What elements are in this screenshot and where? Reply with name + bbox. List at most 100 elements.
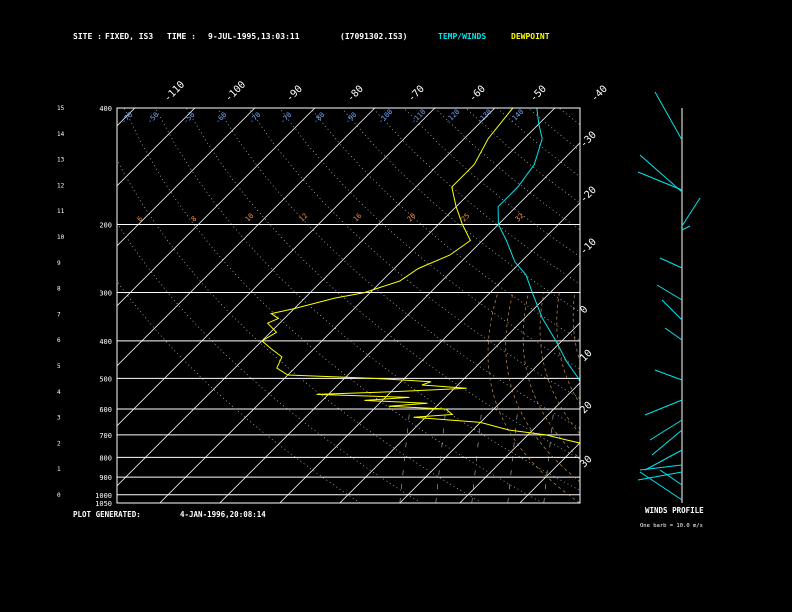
dry-adiabat bbox=[123, 108, 543, 503]
wind-barb bbox=[654, 91, 683, 141]
dry-adiabat bbox=[714, 108, 792, 503]
winds-profile-title: WINDS PROFILE bbox=[645, 506, 704, 515]
isotherm-top-label: -60 bbox=[467, 84, 488, 105]
dry-adiabat bbox=[621, 108, 792, 503]
isotherm-line bbox=[0, 108, 15, 503]
mixing-ratio-label: 12 bbox=[298, 212, 310, 224]
moist-adiabat bbox=[505, 292, 580, 483]
isotherm-line bbox=[760, 108, 792, 503]
dry-adiabat bbox=[434, 108, 580, 231]
dry-adiabat bbox=[341, 108, 580, 313]
theta-label: -50 bbox=[146, 111, 161, 126]
height-tick-label: 2 bbox=[57, 440, 61, 447]
skewt-chart: 40020030040050060070080090010001050-110-… bbox=[0, 79, 792, 508]
height-tick-label: 12 bbox=[57, 182, 65, 189]
isotherm-top-label: -80 bbox=[345, 84, 366, 105]
isotherm-line bbox=[0, 108, 75, 503]
pressure-tick-label: 1000 bbox=[95, 492, 112, 500]
height-tick-label: 14 bbox=[57, 131, 65, 138]
height-tick-label: 11 bbox=[57, 208, 65, 215]
moist-adiabat bbox=[522, 292, 580, 460]
isotherm-line bbox=[117, 108, 316, 307]
wind-barb bbox=[656, 284, 683, 301]
height-tick-label: 5 bbox=[57, 363, 61, 370]
mixing-ratio-label: 20 bbox=[406, 212, 418, 224]
dry-adiabat bbox=[154, 108, 580, 491]
isotherm-line bbox=[399, 322, 580, 503]
theta-label: -80 bbox=[312, 111, 327, 126]
theta-label: -90 bbox=[344, 111, 359, 126]
isotherm-line bbox=[117, 108, 136, 127]
isotherm-right-label: 30 bbox=[578, 454, 594, 470]
dry-adiabat bbox=[403, 108, 580, 258]
theta-label: -60 bbox=[214, 111, 229, 126]
pressure-tick-label: 200 bbox=[99, 221, 112, 229]
height-tick-label: 10 bbox=[57, 234, 65, 241]
isotherm-line bbox=[117, 108, 496, 487]
plot-frame bbox=[116, 107, 581, 504]
isotherm-top-label: -90 bbox=[284, 84, 305, 105]
isotherm-line bbox=[117, 108, 256, 247]
mixing-ratio-line bbox=[399, 408, 411, 503]
height-tick-label: 4 bbox=[57, 389, 61, 396]
wind-barb bbox=[639, 464, 683, 471]
height-tick-label: 9 bbox=[57, 260, 61, 267]
dry-adiabat bbox=[117, 222, 422, 503]
isotherm-line bbox=[459, 382, 580, 503]
mixing-ratio-line bbox=[507, 408, 519, 503]
wind-barb bbox=[661, 299, 683, 321]
isotherm-right-label: 10 bbox=[578, 348, 594, 364]
wind-barb bbox=[639, 154, 683, 193]
isotherm-right-label: -20 bbox=[578, 185, 599, 206]
isotherm-line bbox=[219, 142, 580, 503]
theta-label: -120 bbox=[444, 108, 462, 126]
mixing-ratio-label: 16 bbox=[352, 212, 364, 224]
isotherm-line bbox=[700, 108, 792, 503]
temperature-trace bbox=[497, 108, 580, 383]
plot-generated-value: 4-JAN-1996,20:08:14 bbox=[180, 510, 266, 519]
isotherm-line bbox=[279, 202, 580, 503]
mixing-ratio-label: 32 bbox=[514, 212, 526, 224]
theta-label: -50 bbox=[182, 111, 197, 126]
mixing-ratio-label: 8 bbox=[190, 215, 199, 224]
wind-barb bbox=[681, 225, 691, 231]
pressure-tick-label: 400 bbox=[99, 105, 112, 113]
moist-adiabat bbox=[572, 292, 580, 363]
isotherm-top-label: -70 bbox=[406, 84, 427, 105]
height-tick-label: 13 bbox=[57, 157, 65, 164]
dry-adiabat bbox=[117, 159, 483, 503]
dry-adiabat bbox=[279, 108, 580, 370]
dry-adiabat bbox=[683, 108, 792, 503]
isotherm-line bbox=[579, 502, 580, 503]
dry-adiabat bbox=[558, 108, 580, 126]
plot-area bbox=[0, 108, 792, 503]
theta-label: -100 bbox=[377, 108, 395, 126]
pressure-tick-label: 700 bbox=[99, 432, 112, 440]
height-tick-label: 1 bbox=[57, 466, 61, 473]
isotherm-top-label: -110 bbox=[162, 79, 187, 104]
height-tick-label: 3 bbox=[57, 415, 61, 422]
wind-barb bbox=[659, 257, 683, 269]
height-tick-label: 15 bbox=[57, 105, 65, 112]
moist-adiabat bbox=[487, 292, 580, 503]
theta-label: -110 bbox=[410, 108, 428, 126]
isotherm-line bbox=[519, 442, 580, 503]
pressure-tick-label: 500 bbox=[99, 375, 112, 383]
pressure-tick-label: 400 bbox=[99, 338, 112, 346]
mixing-ratio-line bbox=[471, 408, 483, 503]
plot-generated-label: PLOT GENERATED: bbox=[73, 510, 141, 519]
mixing-ratio-line bbox=[652, 409, 662, 503]
pressure-tick-label: 1050 bbox=[95, 500, 112, 508]
isotherm-right-label: -30 bbox=[578, 130, 599, 151]
wind-barb bbox=[664, 327, 683, 341]
isotherm-right-label: -10 bbox=[578, 237, 599, 258]
height-tick-label: 6 bbox=[57, 337, 61, 344]
mixing-ratio-line bbox=[435, 408, 447, 503]
wind-barb bbox=[649, 419, 683, 441]
mixing-ratio-label: 10 bbox=[244, 212, 256, 224]
height-tick-label: 7 bbox=[57, 311, 61, 318]
dry-adiabat bbox=[465, 108, 580, 204]
dry-adiabat bbox=[745, 108, 792, 503]
pressure-tick-label: 900 bbox=[99, 474, 112, 482]
isotherm-right-label: 20 bbox=[578, 400, 594, 416]
